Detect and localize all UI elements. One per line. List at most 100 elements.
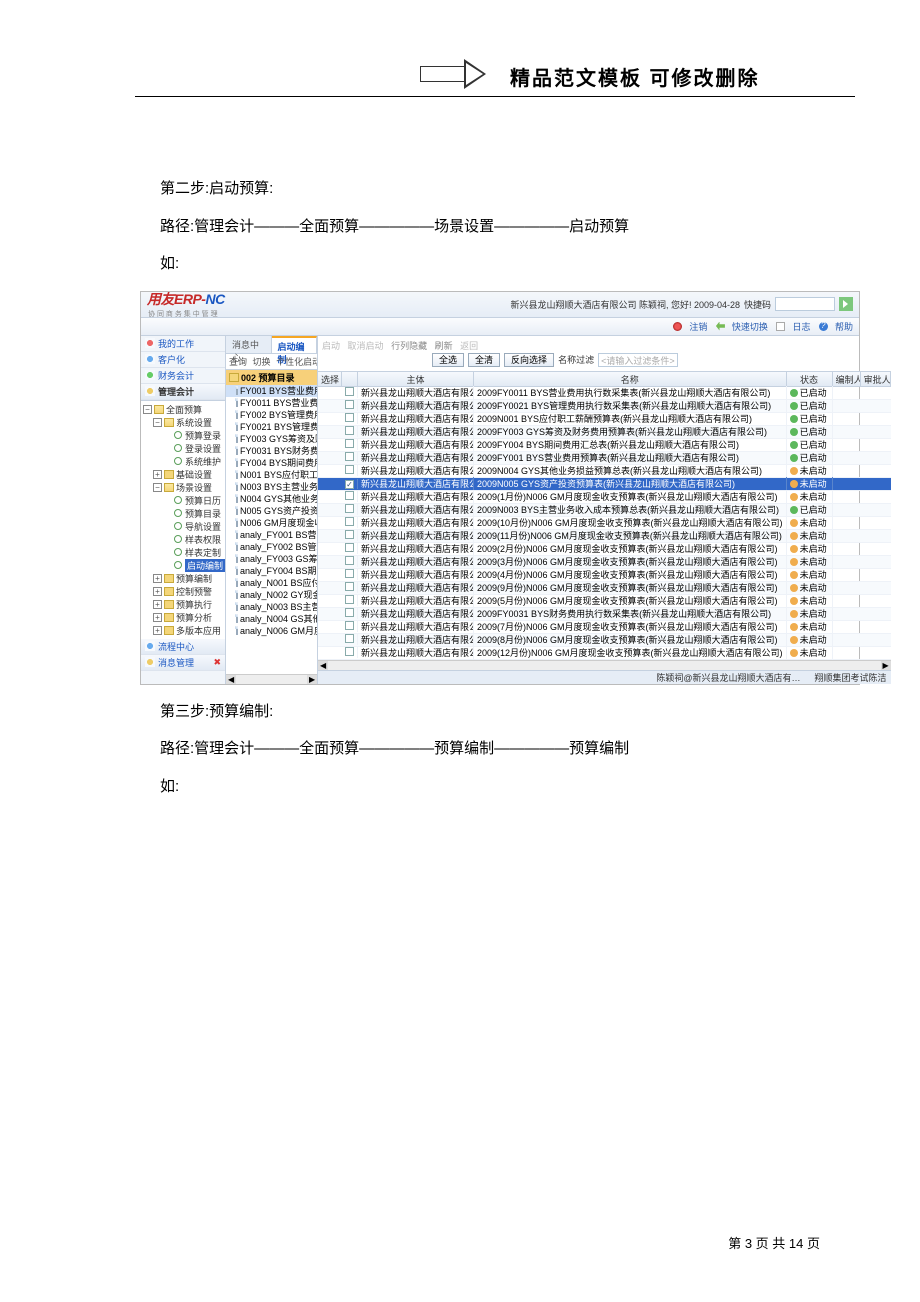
table-row[interactable]: 新兴县龙山翔顺大酒店有限公司2009N005 GYS资产投资预算表(新兴县龙山翔…: [318, 478, 891, 491]
row-checkbox[interactable]: [345, 621, 354, 630]
tree-node[interactable]: +预算编制: [143, 572, 225, 585]
mid-tree-item[interactable]: N001 BYS应付职工薪: [226, 469, 317, 481]
mid-tree-item[interactable]: analy_N004 GS其他: [226, 613, 317, 625]
mid-tree-item[interactable]: N004 GYS其他业务损: [226, 493, 317, 505]
sidebar-item[interactable]: 我的工作: [141, 336, 225, 352]
mid-tree-item[interactable]: analy_N006 GM月度: [226, 625, 317, 637]
tb-query[interactable]: 查询: [229, 357, 247, 367]
table-row[interactable]: 新兴县龙山翔顺大酒店有限公司2009N001 BYS应付职工薪酬预算表(新兴县龙…: [318, 413, 891, 426]
row-checkbox[interactable]: [345, 543, 354, 552]
table-row[interactable]: 新兴县龙山翔顺大酒店有限公司2009FY0021 BYS管理费用执行数采集表(新…: [318, 400, 891, 413]
table-row[interactable]: 新兴县龙山翔顺大酒店有限公司2009(10月份)N006 GM月度现金收支预算表…: [318, 517, 891, 530]
tree-node[interactable]: +多版本应用: [143, 624, 225, 637]
mid-tree-root[interactable]: 002 预算目录: [226, 370, 317, 385]
right-hscroll[interactable]: ◀▶: [318, 660, 891, 670]
tb-rowcol[interactable]: 行列隐藏: [391, 341, 427, 351]
row-checkbox[interactable]: [345, 647, 354, 656]
mid-tree-item[interactable]: FY0011 BYS营业费用: [226, 397, 317, 409]
table-row[interactable]: 新兴县龙山翔顺大酒店有限公司2009(5月份)N006 GM月度现金收支预算表(…: [318, 595, 891, 608]
row-checkbox[interactable]: [345, 439, 354, 448]
row-checkbox[interactable]: [345, 569, 354, 578]
row-checkbox[interactable]: [345, 634, 354, 643]
tree-leaf[interactable]: 预算日历: [143, 494, 225, 507]
row-checkbox[interactable]: [345, 491, 354, 500]
row-checkbox[interactable]: [345, 413, 354, 422]
invert-select-button[interactable]: 反向选择: [504, 353, 554, 367]
mid-hscroll[interactable]: ◀▶: [226, 674, 317, 684]
col-editor[interactable]: 编制人: [833, 372, 861, 386]
sidebar-item-message[interactable]: 消息管理✖: [141, 655, 225, 671]
select-all-button[interactable]: 全选: [432, 353, 464, 367]
sidebar-item[interactable]: 客户化: [141, 352, 225, 368]
mid-tree-item[interactable]: analy_N002 GY现金: [226, 589, 317, 601]
tab-startedit[interactable]: 启动编制: [272, 336, 318, 353]
tab-msgcenter[interactable]: 消息中心: [226, 336, 272, 353]
table-row[interactable]: 新兴县龙山翔顺大酒店有限公司2009(12月份)N006 GM月度现金收支预算表…: [318, 647, 891, 660]
mid-tree-item[interactable]: N005 GYS资产投资预: [226, 505, 317, 517]
tree-leaf-selected[interactable]: 启动编制: [143, 559, 225, 572]
row-checkbox[interactable]: [345, 480, 354, 489]
row-checkbox[interactable]: [345, 517, 354, 526]
table-row[interactable]: 新兴县龙山翔顺大酒店有限公司2009FY001 BYS营业费用预算表(新兴县龙山…: [318, 452, 891, 465]
scroll-left-icon[interactable]: ◀: [226, 675, 236, 684]
mid-tree-item[interactable]: analy_FY002 BS管理: [226, 541, 317, 553]
go-icon[interactable]: [839, 297, 853, 311]
tree-node[interactable]: +预算分析: [143, 611, 225, 624]
mid-tree-item[interactable]: FY0021 BYS管理费用: [226, 421, 317, 433]
table-row[interactable]: 新兴县龙山翔顺大酒店有限公司2009(7月份)N006 GM月度现金收支预算表(…: [318, 621, 891, 634]
mid-tree-item[interactable]: FY002 BYS管理费用: [226, 409, 317, 421]
row-checkbox[interactable]: [345, 530, 354, 539]
mid-tree-item[interactable]: FY004 BYS期间费用: [226, 457, 317, 469]
sidebar-item-flow[interactable]: 流程中心: [141, 639, 225, 655]
row-checkbox[interactable]: [345, 387, 354, 396]
tree-root-budget[interactable]: −全面预算: [143, 403, 225, 416]
tree-node[interactable]: +控制预警: [143, 585, 225, 598]
tree-node-syssetting[interactable]: −系统设置: [143, 416, 225, 429]
scroll-left-icon[interactable]: ◀: [318, 661, 328, 670]
sidebar-item[interactable]: 财务会计: [141, 368, 225, 384]
tree-leaf[interactable]: 样表权限: [143, 533, 225, 546]
row-checkbox[interactable]: [345, 582, 354, 591]
col-check[interactable]: [342, 372, 358, 386]
shortcut-input[interactable]: [775, 297, 835, 311]
tb-refresh[interactable]: 刷新: [435, 341, 453, 351]
tree-leaf[interactable]: 预算登录: [143, 429, 225, 442]
mid-tree-item[interactable]: analy_FY003 GS筹资: [226, 553, 317, 565]
row-checkbox[interactable]: [345, 426, 354, 435]
row-checkbox[interactable]: [345, 452, 354, 461]
row-checkbox[interactable]: [345, 556, 354, 565]
sidebar-item[interactable]: 管理会计: [141, 384, 225, 400]
row-checkbox[interactable]: [345, 400, 354, 409]
table-row[interactable]: 新兴县龙山翔顺大酒店有限公司2009FY0031 BYS财务费用执行数采集表(新…: [318, 608, 891, 621]
table-row[interactable]: 新兴县龙山翔顺大酒店有限公司2009(3月份)N006 GM月度现金收支预算表(…: [318, 556, 891, 569]
table-row[interactable]: 新兴县龙山翔顺大酒店有限公司2009FY0011 BYS营业费用执行数采集表(新…: [318, 387, 891, 400]
mid-tree-item[interactable]: FY0031 BYS财务费用: [226, 445, 317, 457]
tree-leaf[interactable]: 预算目录: [143, 507, 225, 520]
col-status[interactable]: 状态: [787, 372, 833, 386]
tree-leaf[interactable]: 样表定制: [143, 546, 225, 559]
scroll-right-icon[interactable]: ▶: [307, 675, 317, 684]
table-row[interactable]: 新兴县龙山翔顺大酒店有限公司2009(2月份)N006 GM月度现金收支预算表(…: [318, 543, 891, 556]
table-row[interactable]: 新兴县龙山翔顺大酒店有限公司2009(9月份)N006 GM月度现金收支预算表(…: [318, 582, 891, 595]
mid-tree-item[interactable]: FY003 GYS筹资及财: [226, 433, 317, 445]
table-row[interactable]: 新兴县龙山翔顺大酒店有限公司2009(8月份)N006 GM月度现金收支预算表(…: [318, 634, 891, 647]
logout-link[interactable]: 注销: [673, 322, 707, 332]
switch-link[interactable]: 快速切换: [716, 322, 768, 332]
tree-node[interactable]: +预算执行: [143, 598, 225, 611]
table-row[interactable]: 新兴县龙山翔顺大酒店有限公司2009(4月份)N006 GM月度现金收支预算表(…: [318, 569, 891, 582]
mid-tree-item[interactable]: analy_N003 BS主营: [226, 601, 317, 613]
scroll-right-icon[interactable]: ▶: [881, 661, 891, 670]
table-row[interactable]: 新兴县龙山翔顺大酒店有限公司2009FY003 GYS筹资及财务费用预算表(新兴…: [318, 426, 891, 439]
tree-leaf[interactable]: 登录设置: [143, 442, 225, 455]
mid-tree-item[interactable]: analy_N001 BS应付: [226, 577, 317, 589]
mid-tree-item[interactable]: analy_FY004 BS期间: [226, 565, 317, 577]
tree-node-basesetting[interactable]: +基础设置: [143, 468, 225, 481]
table-row[interactable]: 新兴县龙山翔顺大酒店有限公司2009FY004 BYS期间费用汇总表(新兴县龙山…: [318, 439, 891, 452]
row-checkbox[interactable]: [345, 608, 354, 617]
table-row[interactable]: 新兴县龙山翔顺大酒店有限公司2009N003 BYS主营业务收入成本预算总表(新…: [318, 504, 891, 517]
clear-all-button[interactable]: 全清: [468, 353, 500, 367]
mid-tree-item[interactable]: N003 BYS主营业务收: [226, 481, 317, 493]
mid-tree-item[interactable]: analy_FY001 BS营业: [226, 529, 317, 541]
col-subject[interactable]: 主体: [358, 372, 474, 386]
col-select[interactable]: 选择: [318, 372, 342, 386]
